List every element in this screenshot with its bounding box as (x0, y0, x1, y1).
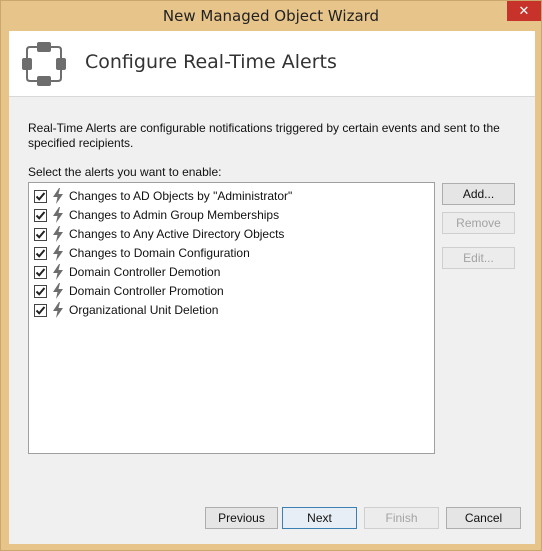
alert-checkbox[interactable] (34, 265, 47, 279)
checkmark-icon (35, 305, 46, 315)
lightning-icon (53, 226, 63, 242)
alerts-listbox[interactable]: Changes to AD Objects by "Administrator"… (28, 182, 435, 454)
checkmark-icon (35, 286, 46, 296)
select-alerts-label: Select the alerts you want to enable: (28, 165, 222, 179)
lightning-icon (53, 283, 63, 299)
alert-label: Changes to AD Objects by "Administrator" (69, 189, 293, 203)
alert-checkbox[interactable] (34, 189, 47, 203)
list-item[interactable]: Changes to Domain Configuration (34, 244, 250, 262)
alert-checkbox[interactable] (34, 208, 47, 222)
lightning-icon (53, 264, 63, 280)
list-item[interactable]: Organizational Unit Deletion (34, 301, 218, 319)
alert-checkbox[interactable] (34, 284, 47, 298)
add-button[interactable]: Add... (442, 183, 515, 205)
next-button[interactable]: Next (282, 507, 357, 529)
list-item[interactable]: Changes to AD Objects by "Administrator" (34, 187, 292, 205)
cancel-button[interactable]: Cancel (446, 507, 521, 529)
wizard-window: New Managed Object Wizard ✕ Configure Re… (0, 0, 542, 551)
wizard-header: Configure Real-Time Alerts (9, 31, 535, 97)
checkmark-icon (35, 229, 46, 239)
list-item[interactable]: Changes to Any Active Directory Objects (34, 225, 284, 243)
window-title: New Managed Object Wizard (162, 7, 380, 25)
checkmark-icon (35, 248, 46, 258)
alert-label: Domain Controller Demotion (69, 265, 221, 279)
alert-checkbox[interactable] (34, 227, 47, 241)
description-text: Real-Time Alerts are configurable notifi… (28, 121, 500, 150)
alert-label: Domain Controller Promotion (69, 284, 224, 298)
title-bar[interactable]: New Managed Object Wizard ✕ (1, 1, 541, 31)
list-item[interactable]: Changes to Admin Group Memberships (34, 206, 279, 224)
page-title: Configure Real-Time Alerts (85, 51, 337, 73)
list-item[interactable]: Domain Controller Demotion (34, 263, 220, 281)
alert-checkbox[interactable] (34, 303, 47, 317)
checkmark-icon (35, 191, 46, 201)
list-item[interactable]: Domain Controller Promotion (34, 282, 224, 300)
close-icon: ✕ (518, 3, 530, 18)
alert-label: Changes to Domain Configuration (69, 246, 250, 260)
nodes-icon (22, 42, 66, 86)
checkmark-icon (35, 210, 46, 220)
alert-label: Organizational Unit Deletion (69, 303, 219, 317)
checkmark-icon (35, 267, 46, 277)
lightning-icon (53, 245, 63, 261)
finish-button[interactable]: Finish (364, 507, 439, 529)
remove-button[interactable]: Remove (442, 212, 515, 234)
alert-label: Changes to Admin Group Memberships (69, 208, 280, 222)
alert-checkbox[interactable] (34, 246, 47, 260)
lightning-icon (53, 188, 63, 204)
lightning-icon (53, 302, 63, 318)
lightning-icon (53, 207, 63, 223)
previous-button[interactable]: Previous (205, 507, 278, 529)
wizard-client-area: Configure Real-Time Alerts Real-Time Ale… (9, 31, 535, 544)
close-button[interactable]: ✕ (507, 1, 541, 21)
alert-label: Changes to Any Active Directory Objects (69, 227, 285, 241)
edit-button[interactable]: Edit... (442, 247, 515, 269)
